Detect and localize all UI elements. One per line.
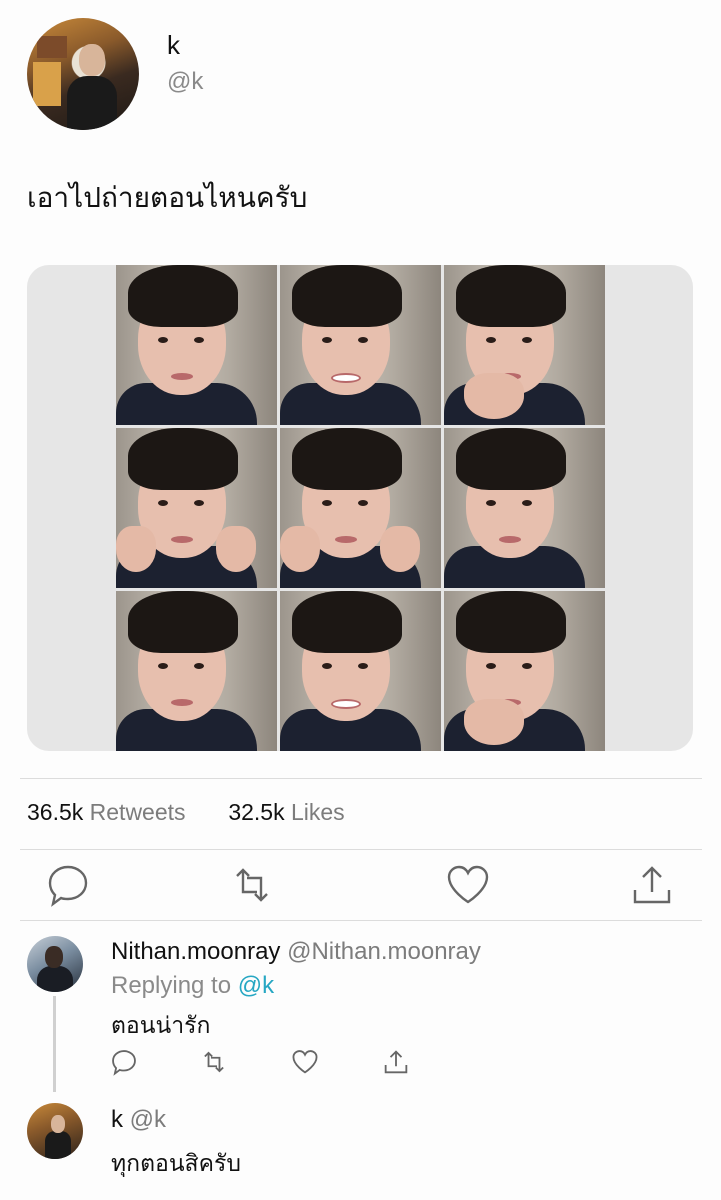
photo-cell[interactable] xyxy=(444,428,605,588)
reply-handle[interactable]: @Nithan.moonray xyxy=(287,938,481,965)
reply-display-name[interactable]: Nithan.moonray xyxy=(111,938,280,965)
reply-text: ตอนน่ารัก xyxy=(111,1013,211,1039)
divider xyxy=(20,849,702,850)
reply2-author[interactable]: k @k xyxy=(111,1106,166,1134)
photo-cell[interactable] xyxy=(280,428,441,588)
retweets-label[interactable]: Retweets xyxy=(90,799,186,825)
reply2-display-name[interactable]: k xyxy=(111,1106,123,1133)
like-icon[interactable] xyxy=(291,1048,319,1076)
reply2-text: ทุกตอนสิครับ xyxy=(111,1151,241,1177)
retweets-count[interactable]: 36.5k xyxy=(27,799,83,825)
retweet-icon[interactable] xyxy=(200,1048,228,1076)
photo-cell[interactable] xyxy=(444,265,605,425)
photo-cell[interactable] xyxy=(116,428,277,588)
reply-avatar[interactable] xyxy=(27,936,83,992)
reply-icon[interactable] xyxy=(110,1048,138,1076)
likes-label[interactable]: Likes xyxy=(291,799,345,825)
thread-line xyxy=(53,996,56,1092)
reply-icon[interactable] xyxy=(45,862,91,908)
photo-cell[interactable] xyxy=(280,265,441,425)
author-handle[interactable]: @k xyxy=(167,68,203,96)
replying-handle[interactable]: @k xyxy=(238,972,274,999)
photo-grid[interactable] xyxy=(116,265,605,751)
reply-author[interactable]: Nithan.moonray @Nithan.moonray xyxy=(111,938,481,966)
divider xyxy=(20,920,702,921)
photo-cell[interactable] xyxy=(280,591,441,751)
like-icon[interactable] xyxy=(445,862,491,908)
replying-to: Replying to @k xyxy=(111,972,274,1000)
tweet-media[interactable] xyxy=(27,265,693,751)
tweet-stats: 36.5k Retweets 32.5k Likes xyxy=(27,799,345,826)
reply2-avatar[interactable] xyxy=(27,1103,83,1159)
replying-label: Replying to xyxy=(111,972,232,999)
divider xyxy=(20,778,702,779)
author-avatar[interactable] xyxy=(27,18,139,130)
reply2-handle[interactable]: @k xyxy=(130,1106,166,1133)
photo-cell[interactable] xyxy=(116,591,277,751)
photo-cell[interactable] xyxy=(444,591,605,751)
likes-count[interactable]: 32.5k xyxy=(228,799,284,825)
author-name[interactable]: k xyxy=(167,30,180,61)
photo-cell[interactable] xyxy=(116,265,277,425)
share-icon[interactable] xyxy=(629,862,675,908)
share-icon[interactable] xyxy=(382,1048,410,1076)
retweet-icon[interactable] xyxy=(229,862,275,908)
tweet-text: เอาไปถ่ายตอนไหนครับ xyxy=(27,181,308,214)
